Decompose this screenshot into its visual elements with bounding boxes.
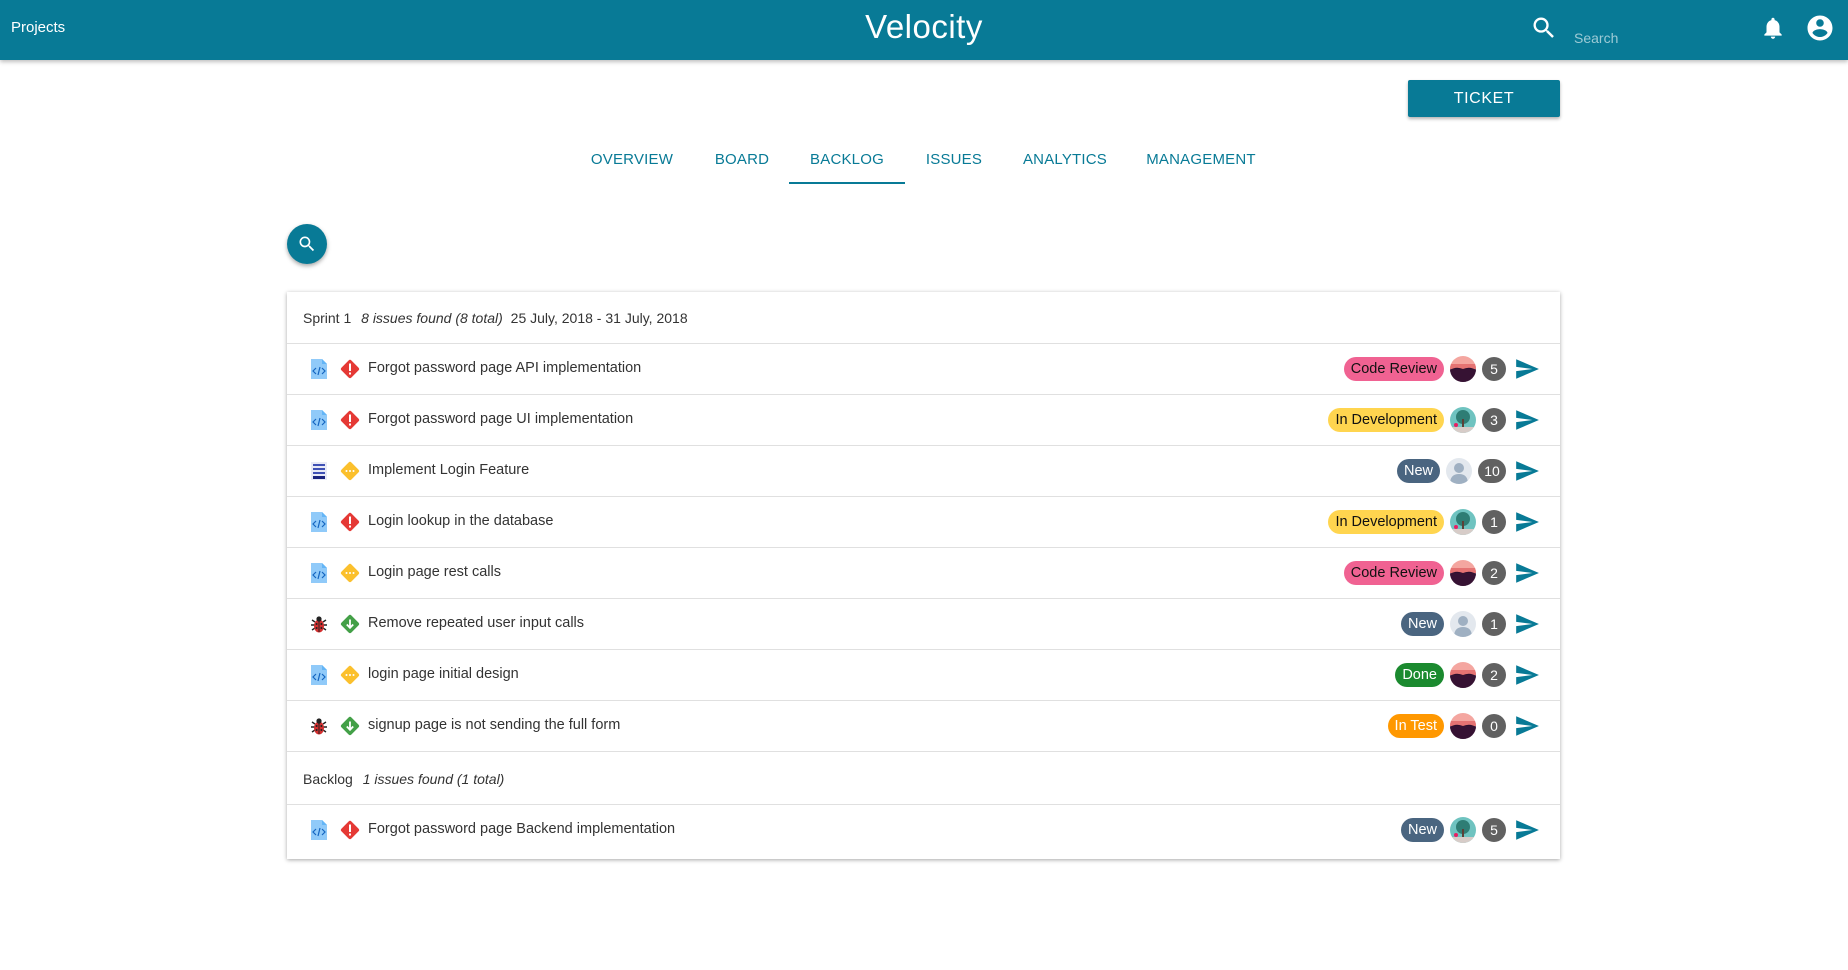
code-story-icon (309, 511, 329, 533)
backlog-name: Backlog (303, 771, 353, 787)
send-icon[interactable] (1514, 356, 1540, 382)
issue-row[interactable]: signup page is not sending the full form… (287, 701, 1560, 752)
bug-icon (309, 715, 329, 737)
code-story-icon (309, 409, 329, 431)
send-icon[interactable] (1514, 458, 1540, 484)
sunset-avatar[interactable] (1450, 356, 1476, 382)
issue-row[interactable]: Login lookup in the database In Developm… (287, 497, 1560, 548)
sunset-avatar[interactable] (1450, 662, 1476, 688)
issue-row[interactable]: Forgot password page API implementation … (287, 344, 1560, 395)
tab-analytics[interactable]: ANALYTICS (1015, 140, 1115, 184)
backlog-header[interactable]: Backlog 1 issues found (1 total) (287, 753, 1560, 805)
tab-backlog[interactable]: BACKLOG (789, 140, 905, 184)
high-priority-icon (339, 819, 361, 841)
backlog-issue-count: 1 issues found (1 total) (362, 771, 505, 787)
send-icon[interactable] (1514, 407, 1540, 433)
status-badge: Done (1395, 663, 1444, 687)
comment-count: 1 (1482, 612, 1506, 636)
high-priority-icon (339, 358, 361, 380)
issue-summary: Login lookup in the database (368, 513, 554, 529)
issue-summary: Login page rest calls (368, 564, 501, 580)
search-input[interactable] (1574, 26, 1724, 50)
comment-count: 5 (1482, 357, 1506, 381)
low-priority-icon (339, 715, 361, 737)
filter-search-button[interactable] (287, 224, 327, 264)
sunset-avatar[interactable] (1450, 560, 1476, 586)
account-circle-icon[interactable] (1805, 13, 1835, 43)
medium-priority-icon (339, 460, 361, 482)
tab-issues[interactable]: ISSUES (914, 140, 994, 184)
bug-icon (309, 613, 329, 635)
status-badge: In Development (1328, 510, 1444, 534)
issue-summary: Forgot password page Backend implementat… (368, 821, 676, 837)
issue-summary: signup page is not sending the full form (368, 717, 621, 733)
code-story-icon (309, 358, 329, 380)
status-badge: New (1400, 612, 1444, 636)
default-user-avatar[interactable] (1446, 458, 1472, 484)
code-story-icon (309, 664, 329, 686)
comment-count: 1 (1482, 510, 1506, 534)
sprint-name: Sprint 1 (303, 310, 352, 326)
comment-count: 3 (1482, 408, 1506, 432)
issue-summary: Forgot password page API implementation (368, 360, 642, 376)
tree-avatar[interactable] (1450, 817, 1476, 843)
backlog-panel: Sprint 1 8 issues found (8 total) 25 Jul… (287, 292, 1560, 859)
send-icon[interactable] (1514, 560, 1540, 586)
bell-icon[interactable] (1760, 15, 1786, 41)
projects-link[interactable]: Projects (11, 19, 65, 36)
issue-row[interactable]: Login page rest calls Code Review 2 (287, 548, 1560, 599)
issue-summary: login page initial design (368, 666, 519, 682)
issue-summary: Implement Login Feature (368, 462, 530, 478)
tab-board[interactable]: BOARD (700, 140, 784, 184)
status-badge: In Test (1387, 714, 1444, 738)
issue-row[interactable]: Remove repeated user input calls New 1 (287, 599, 1560, 650)
send-icon[interactable] (1514, 611, 1540, 637)
issue-row[interactable]: Forgot password page Backend implementat… (287, 805, 1560, 856)
epic-list-icon (309, 460, 329, 482)
search-icon[interactable] (1530, 14, 1558, 42)
medium-priority-icon (339, 664, 361, 686)
send-icon[interactable] (1514, 713, 1540, 739)
search-icon (299, 236, 315, 252)
comment-count: 2 (1482, 663, 1506, 687)
send-icon[interactable] (1514, 817, 1540, 843)
high-priority-icon (339, 511, 361, 533)
tree-avatar[interactable] (1450, 509, 1476, 535)
tab-overview[interactable]: OVERVIEW (582, 140, 682, 184)
send-icon[interactable] (1514, 509, 1540, 535)
issue-row[interactable]: Implement Login Feature New 10 (287, 446, 1560, 497)
app-title: Velocity (865, 8, 983, 45)
send-icon[interactable] (1514, 662, 1540, 688)
issue-row[interactable]: login page initial design Done 2 (287, 650, 1560, 701)
tab-management[interactable]: MANAGEMENT (1141, 140, 1261, 184)
sprint-issue-count: 8 issues found (8 total) (361, 310, 503, 326)
medium-priority-icon (339, 562, 361, 584)
comment-count: 2 (1482, 561, 1506, 585)
status-badge: New (1400, 818, 1444, 842)
sunset-avatar[interactable] (1450, 713, 1476, 739)
comment-count: 0 (1482, 714, 1506, 738)
code-story-icon (309, 819, 329, 841)
low-priority-icon (339, 613, 361, 635)
code-story-icon (309, 562, 329, 584)
comment-count: 10 (1478, 459, 1506, 483)
status-badge: In Development (1328, 408, 1444, 432)
issue-row[interactable]: Forgot password page UI implementation I… (287, 395, 1560, 446)
issue-summary: Forgot password page UI implementation (368, 411, 634, 427)
sprint-dates: 25 July, 2018 - 31 July, 2018 (510, 310, 688, 326)
ticket-button[interactable]: TICKET (1408, 80, 1560, 117)
status-badge: New (1396, 459, 1440, 483)
issue-summary: Remove repeated user input calls (368, 615, 585, 631)
comment-count: 5 (1482, 818, 1506, 842)
high-priority-icon (339, 409, 361, 431)
app-bar: Projects Velocity (0, 0, 1848, 60)
status-badge: Code Review (1343, 357, 1444, 381)
sprint-header[interactable]: Sprint 1 8 issues found (8 total) 25 Jul… (287, 292, 1560, 344)
tree-avatar[interactable] (1450, 407, 1476, 433)
status-badge: Code Review (1343, 561, 1444, 585)
default-user-avatar[interactable] (1450, 611, 1476, 637)
project-tabs: OVERVIEW BOARD BACKLOG ISSUES ANALYTICS … (0, 140, 1848, 184)
